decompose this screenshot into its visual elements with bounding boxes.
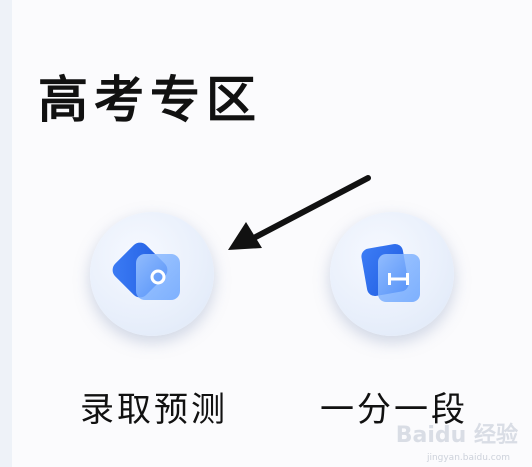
watermark: Baidu 经验 (395, 423, 518, 448)
admission-prediction-icon (112, 242, 180, 300)
feature-icon-circle (90, 212, 214, 336)
left-edge-strip (0, 0, 12, 467)
watermark-url: jingyan.baidu.com (426, 453, 510, 463)
section-title: 高考专区 (38, 70, 262, 129)
arrow-pointing-left-icon (228, 175, 371, 250)
feature-admission-prediction[interactable]: 录取预测 (64, 200, 244, 430)
feature-label: 录取预测 (80, 390, 228, 430)
